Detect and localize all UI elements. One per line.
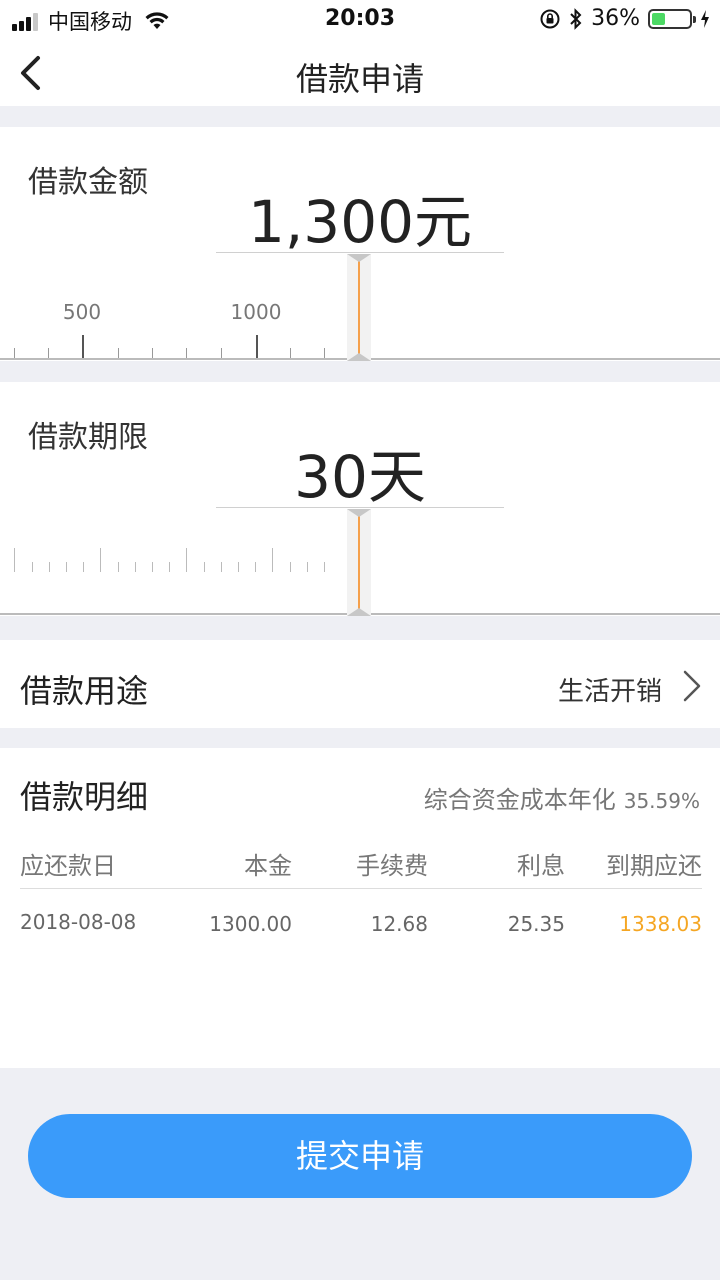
scale-tick <box>82 335 84 359</box>
chevron-right-icon <box>683 670 701 702</box>
scale-tick <box>169 562 170 572</box>
total-due-cell: 1338.03 <box>619 912 702 936</box>
scale-label-1000: 1000 <box>230 300 282 324</box>
scale-label-500: 500 <box>62 300 102 324</box>
scale-tick <box>204 562 205 572</box>
principal-cell: 1300.00 <box>209 912 292 936</box>
scale-tick <box>221 562 222 572</box>
battery-percent: 36% <box>591 6 640 31</box>
rotation-lock-icon <box>540 9 560 28</box>
fee-cell: 12.68 <box>370 912 428 936</box>
details-title: 借款明细 <box>20 778 149 816</box>
scale-tick <box>49 562 50 572</box>
term-label: 借款期限 <box>28 420 148 455</box>
scale-tick <box>290 562 291 572</box>
table-row: 2018-08-08 1300.00 12.68 25.35 1338.03 <box>20 910 702 940</box>
interest-cell: 25.35 <box>507 912 565 936</box>
rate-label: 综合资金成本年化 <box>423 786 616 814</box>
slider-handle-part <box>358 509 360 616</box>
scale-tick <box>152 562 153 572</box>
amount-slider-card[interactable]: 借款金额 1,300元 500 1000 <box>0 127 720 361</box>
column-header: 到期应还 <box>606 852 702 880</box>
term-value: 30天 <box>294 443 426 511</box>
status-bar: 中国移动 20:03 36% <box>0 0 720 40</box>
slider-handle-part <box>358 254 360 361</box>
scale-tick <box>186 548 187 572</box>
table-header: 应还款日 本金 手续费 利息 到期应还 <box>20 846 702 880</box>
charging-icon <box>701 9 709 28</box>
scale-tick <box>100 548 101 572</box>
purpose-row[interactable]: 借款用途 生活开销 <box>0 640 720 728</box>
scale-tick <box>118 562 119 572</box>
rate-value: 35.59% <box>623 789 700 813</box>
term-slider-card[interactable]: 借款期限 30天 <box>0 382 720 616</box>
details-card: 借款明细 综合资金成本年化 35.59% 应还款日 本金 手续费 利息 到期应还 … <box>0 748 720 1068</box>
scale-tick <box>272 548 273 572</box>
scale-tick <box>32 562 33 572</box>
rate-info: 综合资金成本年化 35.59% <box>424 780 700 815</box>
slider-handle-part <box>347 509 371 517</box>
column-header: 手续费 <box>356 852 428 880</box>
amount-slider-handle[interactable] <box>347 254 371 361</box>
scale-tick <box>255 562 256 572</box>
scale-tick <box>135 562 136 572</box>
scale-tick <box>256 335 258 359</box>
slider-handle-part <box>347 254 371 262</box>
scale-tick <box>238 562 239 572</box>
slider-handle-part <box>347 608 371 616</box>
page-title: 借款申请 <box>295 60 424 98</box>
submit-button[interactable]: 提交申请 <box>28 1114 692 1198</box>
term-slider-handle[interactable] <box>347 509 371 616</box>
scale-tick <box>66 562 67 572</box>
nav-bar: 借款申请 <box>0 40 720 106</box>
amount-label: 借款金额 <box>28 165 148 200</box>
value-underline <box>216 252 504 253</box>
battery-fill <box>652 12 665 25</box>
slider-handle-part <box>347 353 371 361</box>
scale-tick <box>324 562 325 572</box>
scale-tick <box>14 548 15 572</box>
bluetooth-icon <box>570 7 582 30</box>
column-header: 本金 <box>244 852 292 880</box>
amount-value: 1,300元 <box>247 188 473 256</box>
purpose-label: 借款用途 <box>20 672 149 710</box>
table-divider <box>20 888 702 889</box>
column-header: 利息 <box>517 852 565 880</box>
battery-icon <box>648 8 696 29</box>
scale-tick <box>83 562 84 572</box>
status-right: 36% <box>531 6 710 31</box>
column-header: 应还款日 <box>20 852 116 880</box>
scale-tick <box>307 562 308 572</box>
due-date-cell: 2018-08-08 <box>20 910 137 934</box>
value-underline <box>216 507 504 508</box>
purpose-value: 生活开销 <box>557 677 662 707</box>
